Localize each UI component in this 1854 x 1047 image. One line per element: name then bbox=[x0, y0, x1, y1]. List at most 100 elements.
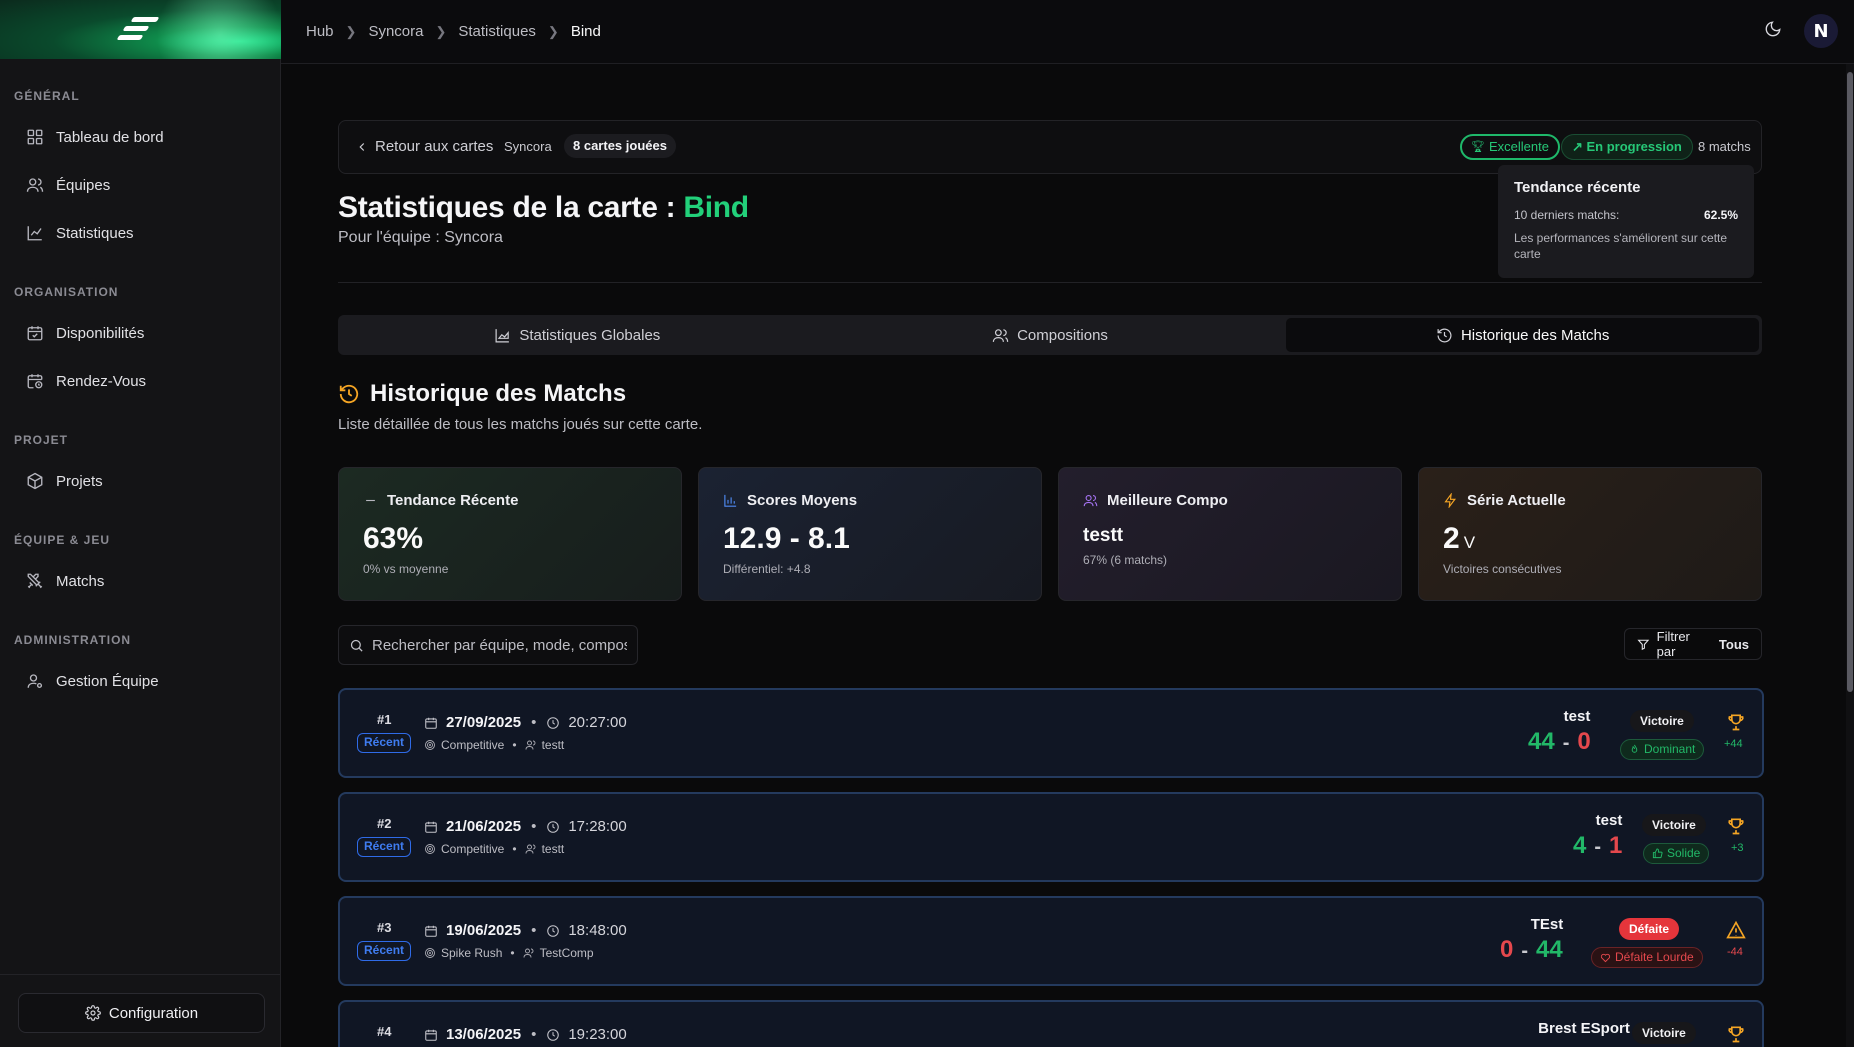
stat-value: testt bbox=[1083, 525, 1124, 546]
configuration-button[interactable]: Configuration bbox=[18, 993, 265, 1033]
tab-match-history[interactable]: Historique des Matchs bbox=[1286, 318, 1760, 352]
nav-heading-project: PROJET bbox=[14, 433, 69, 447]
chevron-right-icon: ❯ bbox=[547, 23, 559, 39]
match-compo: testt bbox=[541, 842, 565, 856]
opponent-name: Brest ESport bbox=[1538, 1020, 1630, 1037]
match-date: 27/09/2025 bbox=[446, 714, 522, 731]
match-datetime: 19/06/2025 • 18:48:00 bbox=[424, 922, 627, 939]
filter-dropdown[interactable]: Filtrer par Tous bbox=[1624, 628, 1762, 660]
topbar-actions: N bbox=[1764, 14, 1838, 48]
score-them: 0 bbox=[1577, 728, 1591, 755]
stat-label: Série Actuelle bbox=[1467, 492, 1566, 509]
clock-icon bbox=[547, 1028, 560, 1041]
match-row[interactable]: #4 13/06/2025 • 19:23:00 Brest ESport Vi… bbox=[338, 1000, 1764, 1047]
match-row[interactable]: #3 Récent 19/06/2025 • 18:48:00 Spike Ru… bbox=[338, 896, 1764, 986]
cards-played-badge: 8 cartes jouées bbox=[564, 134, 676, 158]
recent-badge: Récent bbox=[357, 733, 412, 753]
sidebar-item-label: Équipes bbox=[56, 176, 111, 194]
progression-label: En progression bbox=[1586, 139, 1682, 154]
target-icon bbox=[425, 948, 435, 958]
search-input[interactable] bbox=[372, 636, 627, 654]
match-row[interactable]: #2 Récent 21/06/2025 • 17:28:00 Competit… bbox=[338, 792, 1764, 882]
excellent-label: Excellente bbox=[1488, 139, 1549, 154]
chart-line-icon bbox=[26, 224, 44, 242]
sidebar-item-appointments[interactable]: Rendez-Vous bbox=[14, 359, 266, 403]
nav-heading-general: GÉNÉRAL bbox=[14, 89, 80, 103]
match-number: #2 bbox=[377, 816, 392, 831]
nav-heading-administration: ADMINISTRATION bbox=[14, 633, 132, 647]
nav-heading-organisation: ORGANISATION bbox=[14, 285, 119, 299]
flame-icon bbox=[1631, 744, 1638, 753]
chevron-right-icon: ❯ bbox=[345, 23, 357, 39]
back-to-maps-link[interactable]: Retour aux cartes bbox=[355, 138, 493, 155]
stat-value: 12.9 - 8.1 bbox=[723, 522, 850, 555]
result-badge: Défaite bbox=[1619, 918, 1680, 940]
calendar-icon bbox=[425, 821, 437, 833]
trophy-icon bbox=[1726, 816, 1746, 836]
match-compo: testt bbox=[541, 738, 565, 752]
tab-compositions[interactable]: Compositions bbox=[814, 318, 1287, 352]
calendar-icon bbox=[425, 1029, 437, 1041]
streak-number: 2 bbox=[1443, 522, 1460, 555]
sidebar-item-availability[interactable]: Disponibilités bbox=[14, 311, 266, 355]
match-mode: Spike Rush bbox=[441, 946, 503, 960]
score-us: 44 bbox=[1528, 728, 1555, 755]
history-icon bbox=[1437, 328, 1452, 342]
stat-label: Meilleure Compo bbox=[1107, 492, 1228, 509]
tab-global-stats[interactable]: Statistiques Globales bbox=[341, 318, 814, 352]
tab-label: Compositions bbox=[1017, 326, 1108, 344]
match-date: 13/06/2025 bbox=[446, 1026, 522, 1043]
trophy-icon bbox=[1726, 712, 1746, 732]
stat-card-header: Meilleure Compo bbox=[1083, 492, 1377, 509]
sidebar-item-statistics[interactable]: Statistiques bbox=[14, 211, 266, 255]
sidebar-item-matches[interactable]: Matchs bbox=[14, 559, 266, 603]
theme-toggle-moon-icon[interactable] bbox=[1764, 20, 1782, 43]
match-time: 19:23:00 bbox=[568, 1026, 627, 1043]
recent-badge: Récent bbox=[357, 837, 412, 857]
search-box bbox=[338, 625, 638, 665]
page-title: Statistiques de la carte : Bind bbox=[338, 191, 749, 225]
clock-icon bbox=[547, 924, 560, 937]
clock-icon bbox=[547, 716, 560, 729]
logo[interactable] bbox=[0, 0, 281, 59]
tooltip-title: Tendance récente bbox=[1514, 179, 1641, 196]
match-meta: Competitive • testt bbox=[424, 842, 564, 856]
filter-icon bbox=[1637, 639, 1650, 650]
stat-label: Scores Moyens bbox=[747, 492, 858, 509]
tab-label: Statistiques Globales bbox=[519, 326, 661, 344]
score-diff: -44 bbox=[1727, 946, 1743, 958]
breadcrumb-statistics[interactable]: Statistiques bbox=[458, 23, 536, 40]
excellent-badge[interactable]: 🏆︎ Excellente bbox=[1460, 134, 1560, 160]
target-icon bbox=[425, 740, 435, 750]
sidebar-item-projects[interactable]: Projets bbox=[14, 459, 266, 503]
score-us: 0 bbox=[1500, 936, 1514, 963]
scrollbar-thumb[interactable] bbox=[1847, 72, 1853, 692]
breadcrumb-hub[interactable]: Hub bbox=[306, 23, 334, 40]
sidebar: GÉNÉRAL Tableau de bord Équipes Statisti… bbox=[0, 0, 281, 1047]
topbar: Hub ❯ Syncora ❯ Statistiques ❯ Bind N bbox=[281, 0, 1854, 64]
chart-area-icon bbox=[495, 328, 510, 342]
stat-card-header: Tendance Récente bbox=[363, 492, 657, 509]
breadcrumb-team[interactable]: Syncora bbox=[368, 23, 423, 40]
match-score: 0-44 bbox=[1500, 936, 1563, 963]
breadcrumb: Hub ❯ Syncora ❯ Statistiques ❯ Bind bbox=[306, 23, 601, 40]
section-subtitle: Liste détaillée de tous les matchs joués… bbox=[338, 416, 703, 433]
match-compo: TestComp bbox=[539, 946, 594, 960]
sidebar-item-dashboard[interactable]: Tableau de bord bbox=[14, 115, 266, 159]
sidebar-item-teams[interactable]: Équipes bbox=[14, 163, 266, 207]
sidebar-item-team-management[interactable]: Gestion Équipe bbox=[14, 659, 266, 703]
target-icon bbox=[425, 844, 435, 854]
avatar[interactable]: N bbox=[1804, 14, 1838, 48]
search-icon bbox=[350, 639, 363, 652]
match-number: #3 bbox=[377, 920, 392, 935]
match-row[interactable]: #1 Récent 27/09/2025 • 20:27:00 Competit… bbox=[338, 688, 1764, 778]
dashboard-icon bbox=[26, 128, 44, 146]
sidebar-item-label: Rendez-Vous bbox=[56, 372, 147, 390]
tooltip-row-value: 62.5% bbox=[1703, 208, 1738, 222]
stat-card-scores: Scores Moyens 12.9 - 8.1 Différentiel: +… bbox=[698, 467, 1042, 601]
swords-icon bbox=[26, 572, 44, 590]
back-label: Retour aux cartes bbox=[375, 138, 494, 155]
match-datetime: 13/06/2025 • 19:23:00 bbox=[424, 1026, 627, 1043]
nav-heading-team-game: ÉQUIPE & JEU bbox=[14, 533, 111, 547]
stat-card-streak: Série Actuelle 2V Victoires consécutives bbox=[1418, 467, 1762, 601]
